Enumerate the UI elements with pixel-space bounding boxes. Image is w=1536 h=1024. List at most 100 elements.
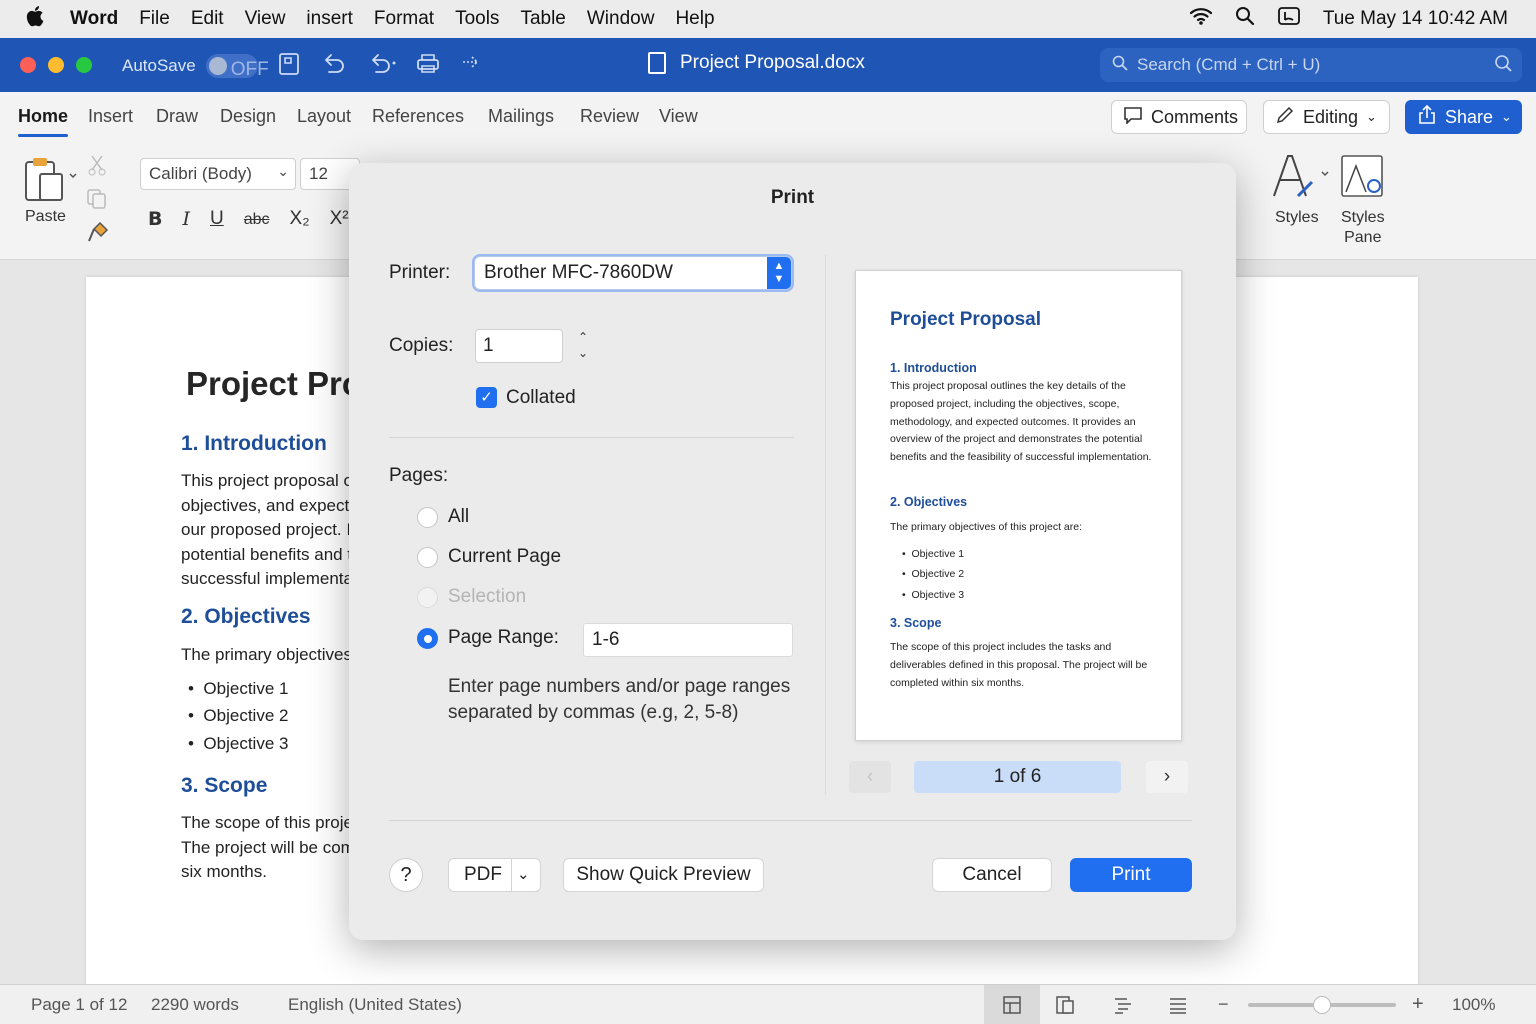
zoom-window-button[interactable] (76, 57, 92, 73)
pages-all-radio[interactable] (417, 507, 438, 528)
apple-menu-icon[interactable] (0, 5, 70, 33)
menu-format[interactable]: Format (374, 8, 434, 30)
text-format-buttons: B I U abc X₂ X² (148, 208, 349, 230)
tab-review[interactable]: Review (580, 106, 639, 127)
search-options-icon[interactable] (1494, 54, 1512, 77)
print-dialog-title: Print (770, 187, 815, 208)
spotlight-search-icon[interactable] (1235, 6, 1255, 32)
font-name-select[interactable]: Calibri (Body) ⌄ (140, 158, 296, 190)
subscript-button[interactable]: X₂ (290, 208, 310, 230)
search-input[interactable]: Search (Cmd + Ctrl + U) (1100, 48, 1522, 82)
tab-references[interactable]: References (372, 106, 464, 127)
italic-button[interactable]: I (182, 208, 190, 230)
strikethrough-button[interactable]: abc (244, 208, 270, 230)
menu-file[interactable]: File (139, 8, 170, 30)
printer-select[interactable]: Brother MFC-7860DW ▲ ▼ (474, 256, 792, 290)
styles-pane-icon[interactable] (1340, 154, 1386, 205)
pages-current-radio[interactable] (417, 547, 438, 568)
redo-icon[interactable] (366, 52, 396, 82)
pages-range-radio[interactable] (417, 628, 438, 649)
print-button[interactable]: Print (1070, 858, 1192, 892)
outline-view-icon[interactable] (1113, 995, 1133, 1020)
cancel-button[interactable]: Cancel (932, 858, 1052, 892)
copies-field[interactable]: 1 (475, 329, 563, 363)
chevron-down-icon: ⌄ (1501, 109, 1512, 124)
tab-home[interactable]: Home (18, 106, 69, 137)
menu-view[interactable]: View (245, 8, 286, 30)
collated-label[interactable]: Collated (506, 387, 576, 409)
page-count[interactable]: Page 1 of 12 (31, 995, 127, 1015)
styles-pane-label-2: Pane (1344, 229, 1382, 246)
zoom-out-icon[interactable]: − (1218, 994, 1229, 1015)
printer-value: Brother MFC-7860DW (484, 262, 673, 283)
save-icon[interactable] (278, 52, 300, 82)
show-quick-preview-button[interactable]: Show Quick Preview (563, 858, 764, 892)
tab-insert[interactable]: Insert (88, 106, 133, 127)
underline-button[interactable]: U (210, 208, 224, 230)
pages-label: Pages: (389, 465, 449, 486)
tab-design[interactable]: Design (220, 106, 276, 127)
pages-selection-radio (417, 587, 438, 608)
styles-label[interactable]: Styles (1275, 208, 1319, 228)
comments-button[interactable]: Comments (1111, 100, 1247, 134)
zoom-level[interactable]: 100% (1452, 995, 1495, 1015)
zoom-slider-knob[interactable] (1313, 996, 1331, 1014)
print-icon[interactable] (416, 52, 440, 82)
menu-edit[interactable]: Edit (191, 8, 224, 30)
cut-icon[interactable] (88, 154, 106, 181)
help-button[interactable]: ? (389, 858, 423, 892)
menu-app-name[interactable]: Word (70, 8, 118, 30)
chevron-down-icon[interactable]: ⌄ (578, 346, 588, 360)
customize-toolbar-icon[interactable] (460, 52, 480, 82)
menu-table[interactable]: Table (520, 8, 565, 30)
hint-line-1: Enter page numbers and/or page ranges (448, 676, 791, 697)
zoom-in-icon[interactable]: + (1412, 993, 1424, 1016)
web-layout-icon[interactable] (1055, 995, 1075, 1020)
copies-stepper[interactable]: ⌃ ⌄ (578, 329, 588, 361)
collated-checkbox[interactable]: ✓ (476, 387, 497, 408)
menu-tools[interactable]: Tools (455, 8, 499, 30)
chevron-down-icon: ⌄ (517, 866, 530, 883)
menu-window[interactable]: Window (587, 8, 655, 30)
copy-icon[interactable] (86, 188, 108, 215)
tab-draw[interactable]: Draw (156, 106, 198, 127)
pages-all-label[interactable]: All (448, 506, 469, 528)
superscript-button[interactable]: X² (330, 208, 349, 230)
pdf-menu-button[interactable]: PDF ⌄ (448, 858, 541, 892)
print-preview-page: Project Proposal 1. Introduction This pr… (855, 270, 1182, 741)
paste-icon[interactable] (22, 156, 77, 202)
pages-range-label[interactable]: Page Range: (448, 627, 559, 649)
tab-mailings[interactable]: Mailings (488, 106, 554, 127)
autosave-toggle[interactable]: OFF (205, 54, 269, 80)
tab-layout[interactable]: Layout (297, 106, 351, 127)
bold-button[interactable]: B (148, 208, 162, 230)
minimize-window-button[interactable] (48, 57, 64, 73)
chevron-up-icon[interactable]: ⌃ (578, 330, 588, 344)
ribbon-tab-bar: Home Insert Draw Design Layout Reference… (0, 92, 1536, 142)
control-center-icon[interactable] (1277, 6, 1301, 32)
menu-insert[interactable]: insert (306, 8, 352, 30)
zoom-slider[interactable] (1248, 996, 1396, 1014)
chevron-down-icon: ⌄ (1366, 109, 1377, 124)
pages-current-label[interactable]: Current Page (448, 546, 561, 568)
word-count[interactable]: 2290 words (151, 995, 239, 1015)
undo-icon[interactable] (320, 52, 346, 82)
tab-view[interactable]: View (659, 106, 698, 127)
format-painter-icon[interactable] (86, 220, 110, 249)
page-range-input[interactable]: 1-6 (583, 623, 793, 657)
search-placeholder: Search (Cmd + Ctrl + U) (1137, 55, 1321, 74)
editing-mode-button[interactable]: Editing ⌄ (1263, 100, 1390, 134)
menu-help[interactable]: Help (675, 8, 714, 30)
styles-pane-label[interactable]: Styles Pane (1341, 208, 1385, 248)
styles-gallery-icon[interactable] (1270, 152, 1330, 207)
pdf-split-divider (511, 859, 512, 891)
document-icon (648, 52, 666, 74)
menubar-clock[interactable]: Tue May 14 10:42 AM (1323, 8, 1508, 30)
language-indicator[interactable]: English (United States) (288, 995, 462, 1015)
close-window-button[interactable] (20, 57, 36, 73)
copies-value: 1 (483, 335, 494, 356)
next-page-button[interactable]: › (1146, 761, 1188, 793)
wifi-icon[interactable] (1189, 7, 1213, 31)
share-button[interactable]: Share ⌄ (1405, 100, 1522, 134)
draft-view-icon[interactable] (1168, 995, 1188, 1020)
